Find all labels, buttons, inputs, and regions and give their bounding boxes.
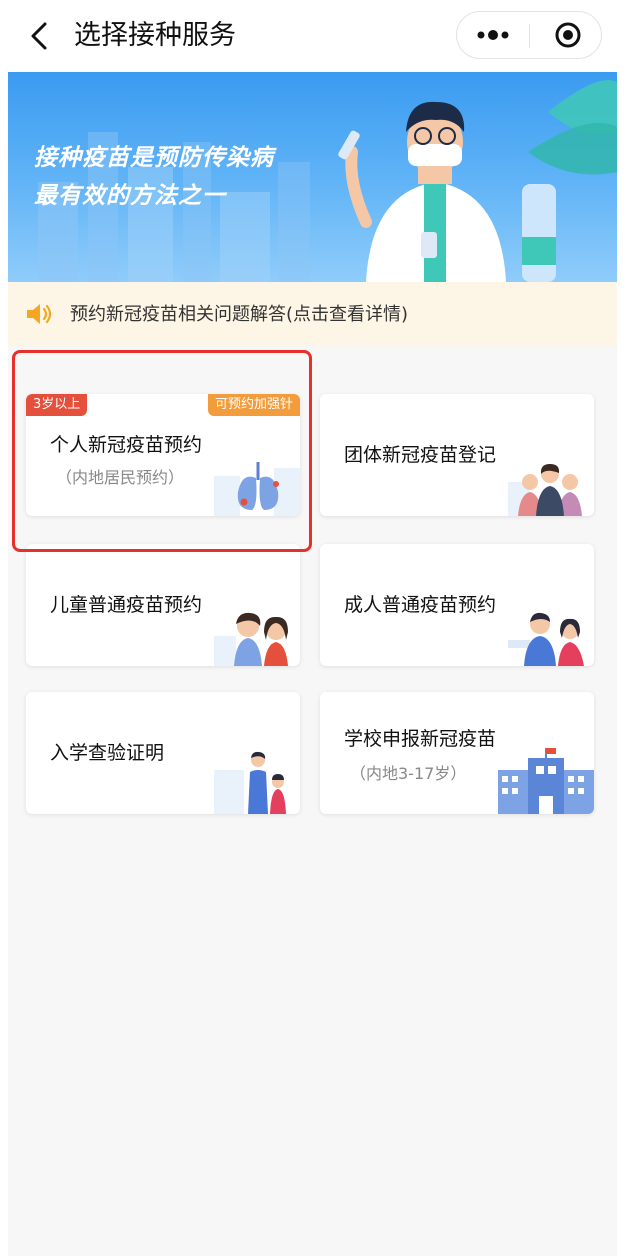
notice-text: 预约新冠疫苗相关问题解答(点击查看详情) [70,304,409,325]
adults-icon [508,612,584,666]
group-people-icon [508,464,582,516]
card-school-covid-report[interactable]: 学校申报新冠疫苗 （内地3-17岁） [320,692,594,814]
chevron-left-icon [31,22,47,50]
card-adult-vaccine-appointment[interactable]: 成人普通疫苗预约 [320,544,594,666]
close-button[interactable] [530,12,602,58]
target-close-icon [555,22,581,48]
card-title: 团体新冠疫苗登记 [344,444,497,466]
lungs-icon [214,462,300,516]
banner-slogan-line2: 最有效的方法之一 [34,183,226,209]
card-subtitle: （内地3-17岁） [350,764,467,783]
notice-bar[interactable]: 预约新冠疫苗相关问题解答(点击查看详情) [8,282,617,346]
school-building-icon [498,748,594,814]
card-title: 学校申报新冠疫苗 [344,728,497,750]
more-dots-icon [477,30,509,40]
card-title: 个人新冠疫苗预约 [50,434,203,456]
mini-program-capsule [456,11,602,59]
children-icon [214,612,288,666]
more-button[interactable] [457,12,529,58]
banner-slogan-line1: 接种疫苗是预防传染病 [34,145,274,171]
card-personal-covid-appointment[interactable]: 3岁以上 可预约加强针 个人新冠疫苗预约 （内地居民预约） [26,394,300,516]
card-child-vaccine-appointment[interactable]: 儿童普通疫苗预约 [26,544,300,666]
page-title: 选择接种服务 [74,20,236,51]
card-title: 儿童普通疫苗预约 [50,594,203,616]
main-content: 接种疫苗是预防传染病 最有效的方法之一 预约新冠疫苗相关问题解答(点击查看详情) [8,72,617,1256]
card-group-covid-registration[interactable]: 团体新冠疫苗登记 [320,394,594,516]
nav-bar: 选择接种服务 [0,0,635,72]
booster-badge: 可预约加强针 [207,394,300,416]
card-school-entry-certificate[interactable]: 入学查验证明 [26,692,300,814]
card-title: 成人普通疫苗预约 [344,594,497,616]
promo-banner: 接种疫苗是预防传染病 最有效的方法之一 [8,72,617,282]
card-subtitle: （内地居民预约） [56,468,185,487]
doctor-illustration [338,101,556,282]
mother-child-icon [214,751,286,814]
age-badge: 3岁以上 [26,394,88,416]
card-title: 入学查验证明 [50,742,165,764]
speaker-icon [27,304,52,324]
back-button[interactable] [26,20,56,52]
